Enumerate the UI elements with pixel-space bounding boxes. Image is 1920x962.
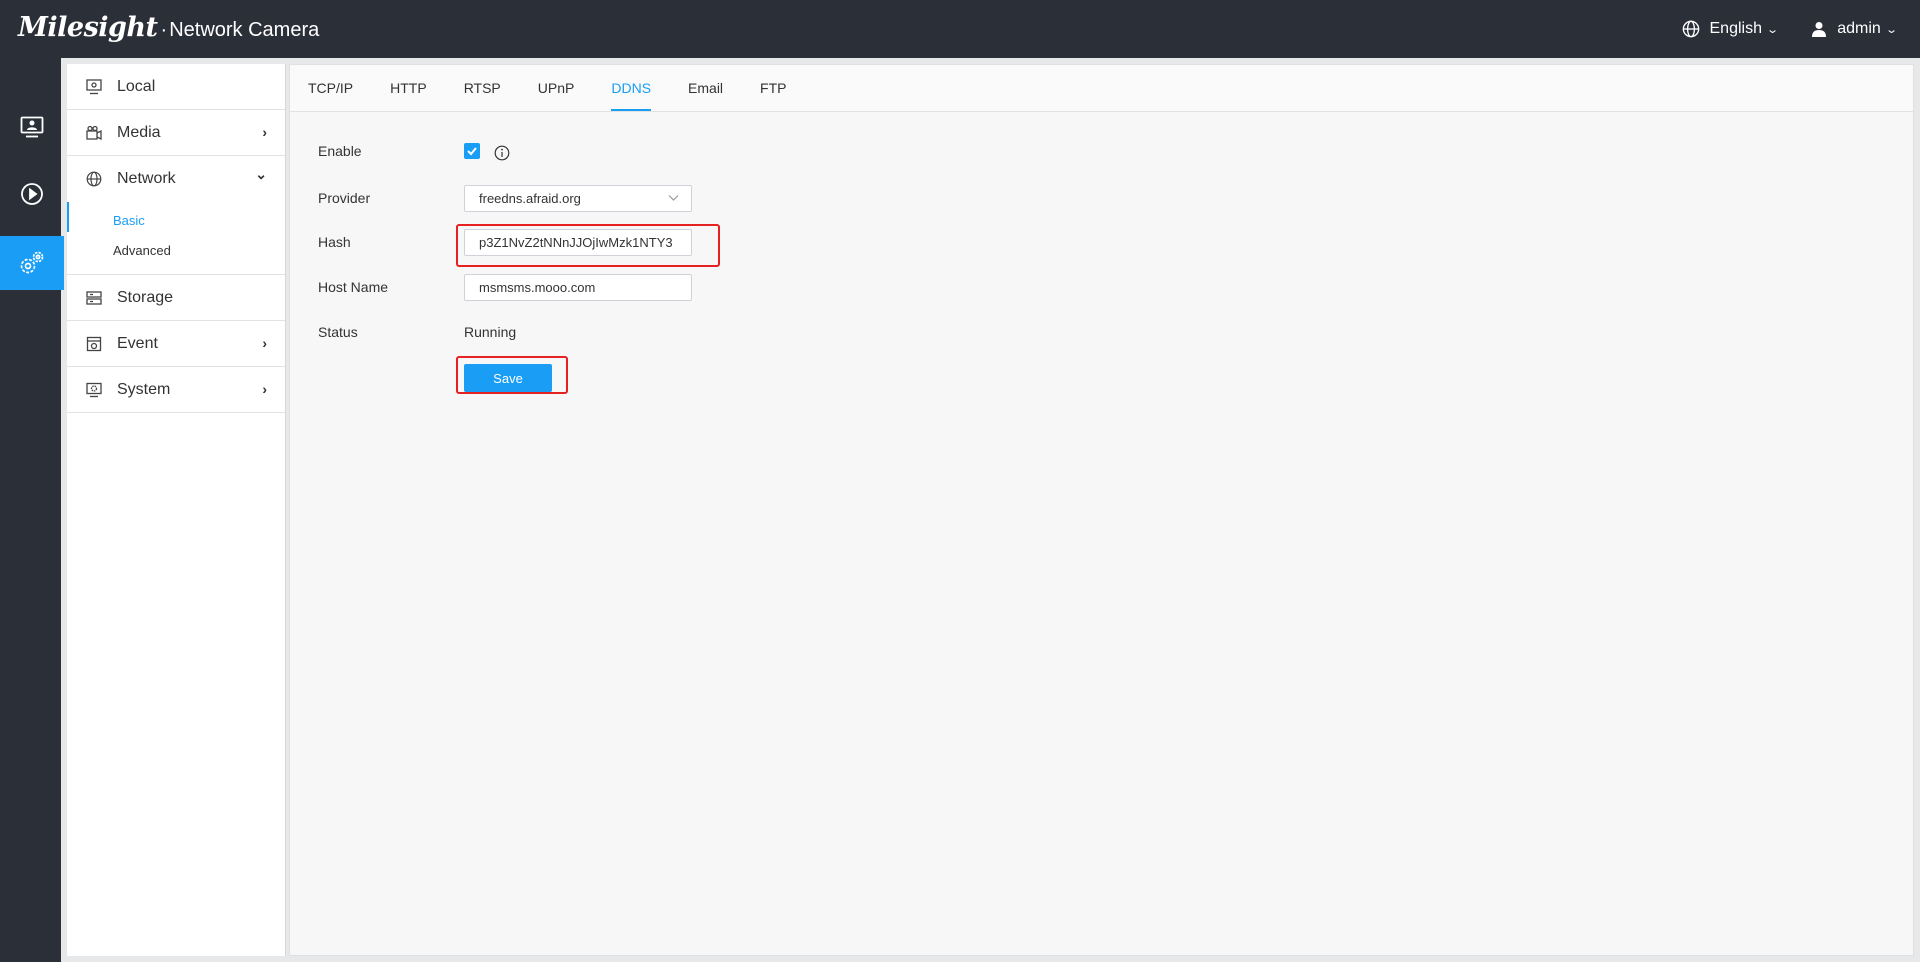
check-icon bbox=[467, 147, 477, 156]
tab-ftp[interactable]: FTP bbox=[760, 80, 786, 111]
logo-product: Network Camera bbox=[169, 19, 320, 41]
sidebar-item-label: Network bbox=[117, 170, 176, 187]
monitor-icon bbox=[20, 116, 44, 138]
sidebar-item-network[interactable]: Network ⌄ bbox=[67, 156, 285, 202]
status-row: Status Running bbox=[318, 320, 546, 365]
play-circle-icon bbox=[21, 183, 43, 205]
storage-icon bbox=[85, 289, 103, 307]
tab-ddns[interactable]: DDNS bbox=[611, 80, 652, 111]
sidebar-item-local[interactable]: Local bbox=[67, 64, 285, 110]
top-header: Milesight · Network Camera English ⌄ adm… bbox=[0, 0, 1920, 58]
tab-bar: TCP/IP HTTP RTSP UPnP DDNS Email FTP bbox=[290, 65, 1913, 112]
enable-row: Enable bbox=[318, 140, 546, 185]
user-icon bbox=[1812, 22, 1827, 37]
chevron-down-icon: ⌄ bbox=[1884, 23, 1898, 36]
tab-email[interactable]: Email bbox=[688, 80, 723, 111]
chevron-down-icon: ⌄ bbox=[255, 166, 267, 182]
sidebar-item-label: Local bbox=[117, 77, 156, 95]
logo-brand: Milesight bbox=[18, 12, 158, 43]
side-menu: Local Media › Network ⌄ Basic Advanced S… bbox=[67, 64, 286, 956]
sidebar-item-label: Event bbox=[117, 334, 158, 352]
logo-separator: · bbox=[160, 19, 168, 41]
sidebar-item-event[interactable]: Event › bbox=[67, 321, 285, 367]
sidebar-item-label: Storage bbox=[117, 288, 174, 306]
globe-icon bbox=[85, 170, 103, 188]
tab-upnp[interactable]: UPnP bbox=[538, 80, 575, 111]
save-button[interactable]: Save bbox=[464, 364, 552, 392]
language-dropdown[interactable]: English ⌄ bbox=[1682, 20, 1780, 38]
main-content: TCP/IP HTTP RTSP UPnP DDNS Email FTP Ena… bbox=[289, 64, 1914, 956]
tab-rtsp[interactable]: RTSP bbox=[464, 80, 501, 111]
user-dropdown[interactable]: admin ⌄ bbox=[1811, 20, 1898, 38]
hash-label: Hash bbox=[318, 234, 351, 250]
hostname-input[interactable] bbox=[464, 274, 692, 301]
gears-icon bbox=[20, 251, 44, 274]
hash-row: Hash bbox=[318, 229, 692, 275]
user-label: admin bbox=[1837, 20, 1881, 37]
local-icon bbox=[85, 78, 103, 96]
chevron-down-icon bbox=[668, 195, 679, 201]
sidebar-item-label: Media bbox=[117, 123, 161, 141]
chevron-down-icon: ⌄ bbox=[1766, 23, 1780, 36]
status-label: Status bbox=[318, 324, 358, 340]
sidebar-item-label: System bbox=[117, 380, 171, 398]
chevron-right-icon: › bbox=[262, 381, 267, 397]
chevron-right-icon: › bbox=[262, 335, 267, 351]
provider-row: Provider freedns.afraid.org bbox=[318, 185, 692, 230]
globe-icon bbox=[1682, 20, 1699, 38]
hostname-row: Host Name bbox=[318, 274, 692, 320]
sidebar-subitem-advanced[interactable]: Advanced bbox=[67, 236, 285, 266]
sidebar-subitem-basic[interactable]: Basic bbox=[67, 202, 285, 236]
rail-live-view-button[interactable] bbox=[0, 100, 64, 154]
info-icon[interactable] bbox=[494, 145, 510, 161]
rail-settings-button[interactable] bbox=[0, 236, 64, 290]
hostname-label: Host Name bbox=[318, 279, 389, 295]
save-row: Save bbox=[318, 364, 552, 410]
logo: Milesight · Network Camera bbox=[18, 12, 319, 43]
provider-value: freedns.afraid.org bbox=[479, 191, 581, 206]
enable-checkbox[interactable] bbox=[464, 143, 480, 159]
enable-label: Enable bbox=[318, 143, 362, 159]
sidebar-item-media[interactable]: Media › bbox=[67, 110, 285, 156]
system-icon bbox=[85, 381, 103, 399]
provider-label: Provider bbox=[318, 190, 371, 206]
tab-http[interactable]: HTTP bbox=[390, 80, 427, 111]
rail-playback-button[interactable] bbox=[0, 167, 64, 221]
event-icon bbox=[85, 335, 103, 353]
tab-tcpip[interactable]: TCP/IP bbox=[308, 80, 353, 111]
language-label: English bbox=[1709, 20, 1762, 37]
status-value: Running bbox=[464, 324, 517, 340]
ddns-form: Enable Provider freedns.afraid.org Hash bbox=[318, 140, 692, 410]
sidebar-item-storage[interactable]: Storage bbox=[67, 275, 285, 321]
network-submenu: Basic Advanced bbox=[67, 202, 285, 275]
provider-select[interactable]: freedns.afraid.org bbox=[464, 185, 692, 212]
sidebar-item-system[interactable]: System › bbox=[67, 367, 285, 413]
hash-input[interactable] bbox=[464, 229, 692, 256]
chevron-right-icon: › bbox=[262, 124, 267, 140]
media-icon bbox=[85, 124, 103, 142]
